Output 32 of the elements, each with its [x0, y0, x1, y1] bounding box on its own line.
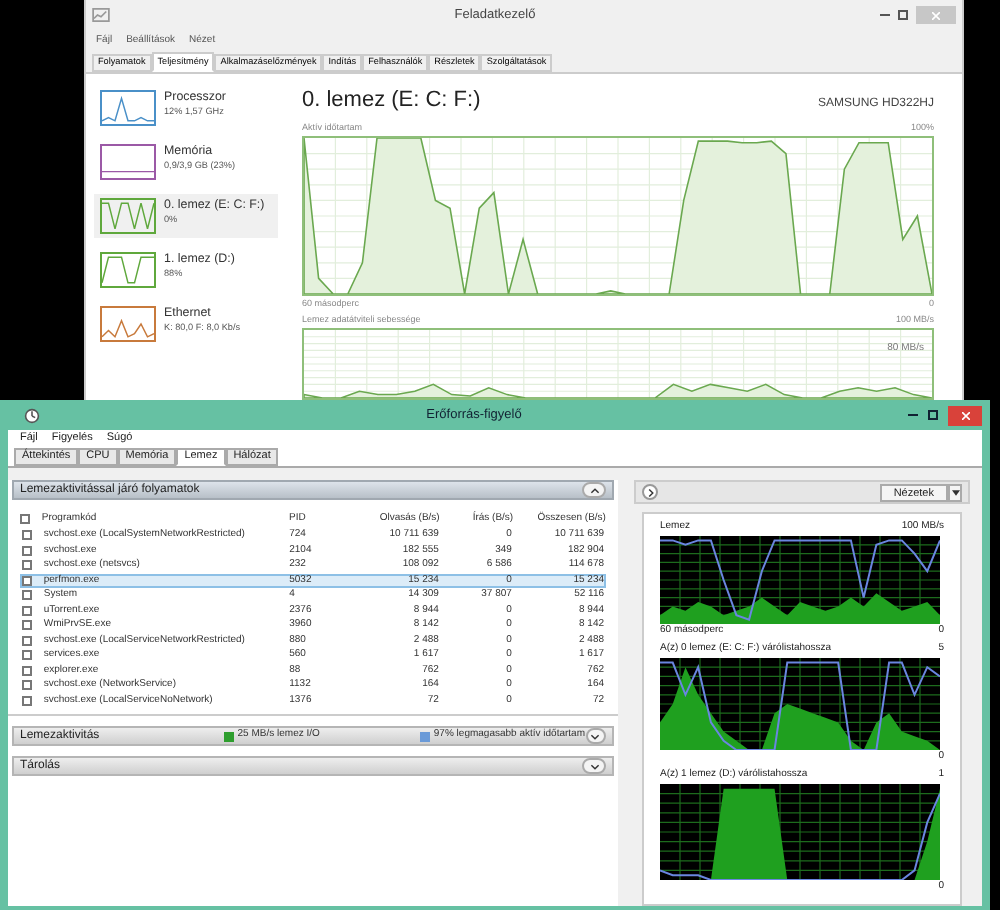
views-dropdown[interactable]: [948, 483, 962, 501]
row-checkbox[interactable]: [22, 605, 32, 616]
close-button[interactable]: [948, 405, 982, 425]
app-icon: [24, 407, 40, 423]
collapse-button[interactable]: [582, 758, 606, 774]
minimize-icon[interactable]: [880, 14, 890, 17]
row-checkbox[interactable]: [22, 530, 32, 541]
chevron-down-icon: [590, 733, 601, 739]
close-icon: [932, 11, 940, 20]
collapse-button[interactable]: [582, 482, 606, 498]
row-checkbox[interactable]: [22, 560, 32, 571]
row-checkbox[interactable]: [22, 695, 32, 706]
expand-button[interactable]: [642, 484, 658, 500]
row-checkbox[interactable]: [22, 680, 32, 691]
collapse-button[interactable]: [585, 728, 606, 744]
maximize-icon[interactable]: [928, 410, 938, 420]
row-checkbox[interactable]: [22, 575, 32, 586]
row-checkbox[interactable]: [22, 545, 32, 556]
row-checkbox[interactable]: [22, 620, 32, 631]
chevron-right-icon: [647, 487, 653, 497]
caret-icon: [951, 489, 959, 495]
row-checkbox[interactable]: [22, 590, 32, 601]
chevron-up-icon: [589, 487, 599, 493]
row-checkbox[interactable]: [22, 635, 32, 646]
chevron-down-icon: [589, 763, 599, 769]
row-checkbox[interactable]: [22, 665, 32, 676]
row-checkbox[interactable]: [22, 650, 32, 661]
header-checkbox[interactable]: [20, 514, 30, 524]
maximize-icon[interactable]: [898, 10, 908, 21]
app-icon: [92, 8, 110, 23]
disk-title: 0. lemez (E: C: F:): [302, 86, 481, 117]
close-icon: [961, 411, 969, 419]
